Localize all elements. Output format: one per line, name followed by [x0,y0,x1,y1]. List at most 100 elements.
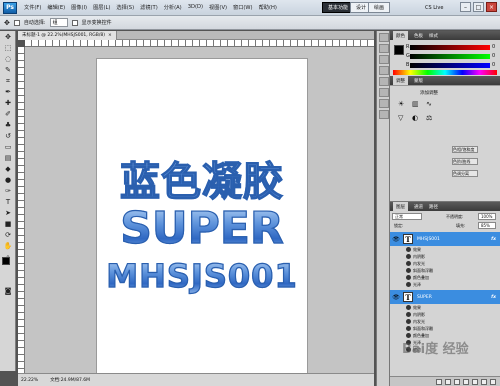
menu-file[interactable]: 文件(F) [21,4,44,11]
zoom-level[interactable]: 22.22% [21,378,38,383]
delete-layer-icon[interactable] [490,378,496,385]
effect-row[interactable]: 光泽 [390,282,500,287]
cs-live-button[interactable]: CS Live [420,2,448,13]
marquee-tool-icon[interactable]: ⬚ [2,43,14,53]
color-foreground-swatch[interactable] [394,45,404,55]
opacity-field[interactable]: 100% [478,213,496,220]
menu-select[interactable]: 选择(S) [113,4,137,11]
hue-saturation-preset[interactable]: 色相/饱和度 [452,146,478,153]
quick-select-tool-icon[interactable]: ✎ [2,65,14,75]
visibility-eye-icon[interactable]: 👁 [392,235,400,243]
fill-field[interactable]: 85% [478,222,496,229]
menu-window[interactable]: 窗口(W) [230,4,256,11]
vibrance-icon[interactable]: ▽ [398,114,403,122]
new-layer-icon[interactable] [481,378,487,385]
tab-swatches[interactable]: 色板 [414,33,423,39]
green-slider[interactable] [410,54,490,59]
new-adjustment-icon[interactable] [463,378,469,385]
blend-mode-select[interactable]: 正常 [392,213,422,220]
actions-panel-icon[interactable] [379,44,389,53]
canvas-area[interactable]: 蓝色凝胶 SUPER MHSJS001 [25,47,374,375]
red-slider[interactable] [410,45,490,50]
effect-row[interactable]: 颜色叠加 [390,275,500,280]
hand-tool-icon[interactable]: ✋ [2,241,14,251]
hue-icon[interactable]: ◐ [412,114,418,122]
tab-styles[interactable]: 样式 [429,33,438,39]
menu-view[interactable]: 视图(V) [206,4,230,11]
curves-icon[interactable]: ∿ [426,100,432,108]
blue-value[interactable]: 0 [492,62,495,68]
blur-tool-icon[interactable]: ◆ [2,164,14,174]
close-tab-icon[interactable]: × [108,33,112,38]
effect-row[interactable]: 斜面和浮雕 [390,326,500,331]
blue-slider[interactable] [410,63,490,68]
workspace-painting-button[interactable]: 绘画 [368,2,391,13]
new-group-icon[interactable] [472,378,478,385]
foreground-color-swatch[interactable] [2,257,10,265]
visibility-eye-icon[interactable]: 👁 [392,293,400,301]
auto-select-dropdown[interactable]: 组 [49,18,68,27]
quick-mask-icon[interactable]: ◙ [2,286,14,296]
effect-eye-icon[interactable] [406,268,411,273]
effect-eye-icon[interactable] [406,319,411,324]
green-value[interactable]: 0 [492,53,495,59]
history-panel-icon[interactable] [379,33,389,42]
layer-name[interactable]: SUPER [417,295,432,300]
effect-row[interactable]: 内发光 [390,319,500,324]
character-panel-icon[interactable] [379,66,389,75]
brush-tool-icon[interactable]: ✐ [2,109,14,119]
menu-help[interactable]: 帮助(H) [256,4,280,11]
shape-tool-icon[interactable]: ■ [2,219,14,229]
crop-tool-icon[interactable]: ⌗ [2,76,14,86]
tab-color[interactable]: 颜色 [393,31,408,40]
tab-adjustments[interactable]: 调整 [393,76,408,85]
effect-eye-icon[interactable] [406,305,411,310]
brushes-panel-icon[interactable] [379,88,389,97]
effect-row[interactable]: 效果 [390,247,500,252]
menu-edit[interactable]: 编辑(E) [44,4,68,11]
balance-icon[interactable]: ⚖ [426,114,432,122]
document-canvas[interactable]: 蓝色凝胶 SUPER MHSJS001 [97,59,307,375]
path-select-tool-icon[interactable]: ➤ [2,208,14,218]
move-tool-icon[interactable]: ✥ [4,19,10,27]
menu-layer[interactable]: 图层(L) [90,4,113,11]
pen-tool-icon[interactable]: ✑ [2,186,14,196]
layer-row-mhsjs001[interactable]: 👁 T MHSJS001 fx [390,232,500,246]
history-brush-tool-icon[interactable]: ↺ [2,131,14,141]
3d-rotate-tool-icon[interactable]: ⟳ [2,230,14,240]
menu-filter[interactable]: 滤镜(T) [137,4,161,11]
clone-stamp-tool-icon[interactable]: ♣ [2,120,14,130]
type-tool-icon[interactable]: T [2,197,14,207]
menu-image[interactable]: 图像(I) [68,4,90,11]
effect-eye-icon[interactable] [406,326,411,331]
posterize-preset[interactable]: 色调分离 [452,170,478,177]
show-transform-checkbox[interactable] [71,19,78,26]
healing-tool-icon[interactable]: ✚ [2,98,14,108]
gradient-tool-icon[interactable]: ▤ [2,153,14,163]
eyedropper-tool-icon[interactable]: ✒ [2,87,14,97]
effect-eye-icon[interactable] [406,247,411,252]
document-tab[interactable]: 未标题-1 @ 22.2%(MHSJS001, RGB/8) × [18,30,117,40]
effect-eye-icon[interactable] [406,282,411,287]
minimize-icon[interactable]: – [460,2,471,12]
link-layers-icon[interactable] [436,378,442,385]
add-mask-icon[interactable] [454,378,460,385]
fx-icon[interactable]: fx [491,295,496,300]
levels-curves-preset[interactable]: 色阶/曲线 [452,158,478,165]
red-value[interactable]: 0 [492,44,495,50]
effect-eye-icon[interactable] [406,312,411,317]
tab-masks[interactable]: 蒙版 [414,78,423,84]
menu-analysis[interactable]: 分析(A) [161,4,185,11]
layer-row-super[interactable]: 👁 T SUPER fx [390,290,500,304]
effect-eye-icon[interactable] [406,261,411,266]
move-tool-icon[interactable]: ✥ [2,32,14,42]
menu-3d[interactable]: 3D(D) [185,4,206,11]
tab-paths[interactable]: 路径 [429,204,438,210]
dodge-tool-icon[interactable]: ● [2,175,14,185]
clone-source-panel-icon[interactable] [379,99,389,108]
lasso-tool-icon[interactable]: ◌ [2,54,14,64]
info-panel-icon[interactable] [379,55,389,64]
color-spectrum[interactable] [393,70,497,75]
layer-name[interactable]: MHSJS001 [417,237,440,242]
levels-icon[interactable]: ▥ [412,100,419,108]
